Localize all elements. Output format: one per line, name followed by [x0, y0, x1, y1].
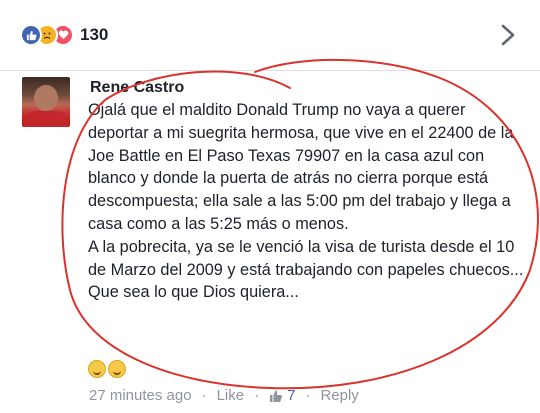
separator: ·: [201, 387, 207, 404]
reaction-summary[interactable]: 130: [20, 23, 108, 47]
comment: Rene Castro Ojalá que el maldito Donald …: [0, 71, 540, 413]
like-thumb-icon[interactable]: [269, 389, 283, 403]
separator: ·: [305, 387, 311, 404]
comment-author[interactable]: Rene Castro: [90, 79, 184, 97]
grinning-sweat-emoji: [88, 360, 106, 378]
comment-paragraph: A la pobrecita, ya se le venció la visa …: [88, 237, 524, 279]
separator: ·: [254, 387, 260, 404]
chevron-right-icon[interactable]: [498, 22, 518, 48]
like-link[interactable]: Like: [217, 387, 245, 404]
comment-paragraph: Ojalá que el maldito Donald Trump no vay…: [88, 101, 514, 233]
reply-link[interactable]: Reply: [320, 387, 358, 404]
like-count: 7: [287, 387, 296, 404]
comment-text: Ojalá que el maldito Donald Trump no vay…: [88, 99, 524, 304]
timestamp[interactable]: 27 minutes ago: [89, 387, 192, 404]
emoji-row: [88, 360, 128, 378]
comment-paragraph: Que sea lo que Dios quiera...: [88, 283, 299, 302]
avatar-shirt: [24, 111, 68, 127]
comment-meta: 27 minutes ago · Like · 7 · Reply: [89, 387, 359, 404]
reaction-count: 130: [80, 25, 109, 44]
grimacing-emoji: [108, 360, 126, 378]
avatar-face: [34, 85, 58, 111]
like-icon: [20, 24, 42, 46]
reactions-bar: 130: [0, 0, 540, 71]
avatar[interactable]: [22, 77, 70, 127]
